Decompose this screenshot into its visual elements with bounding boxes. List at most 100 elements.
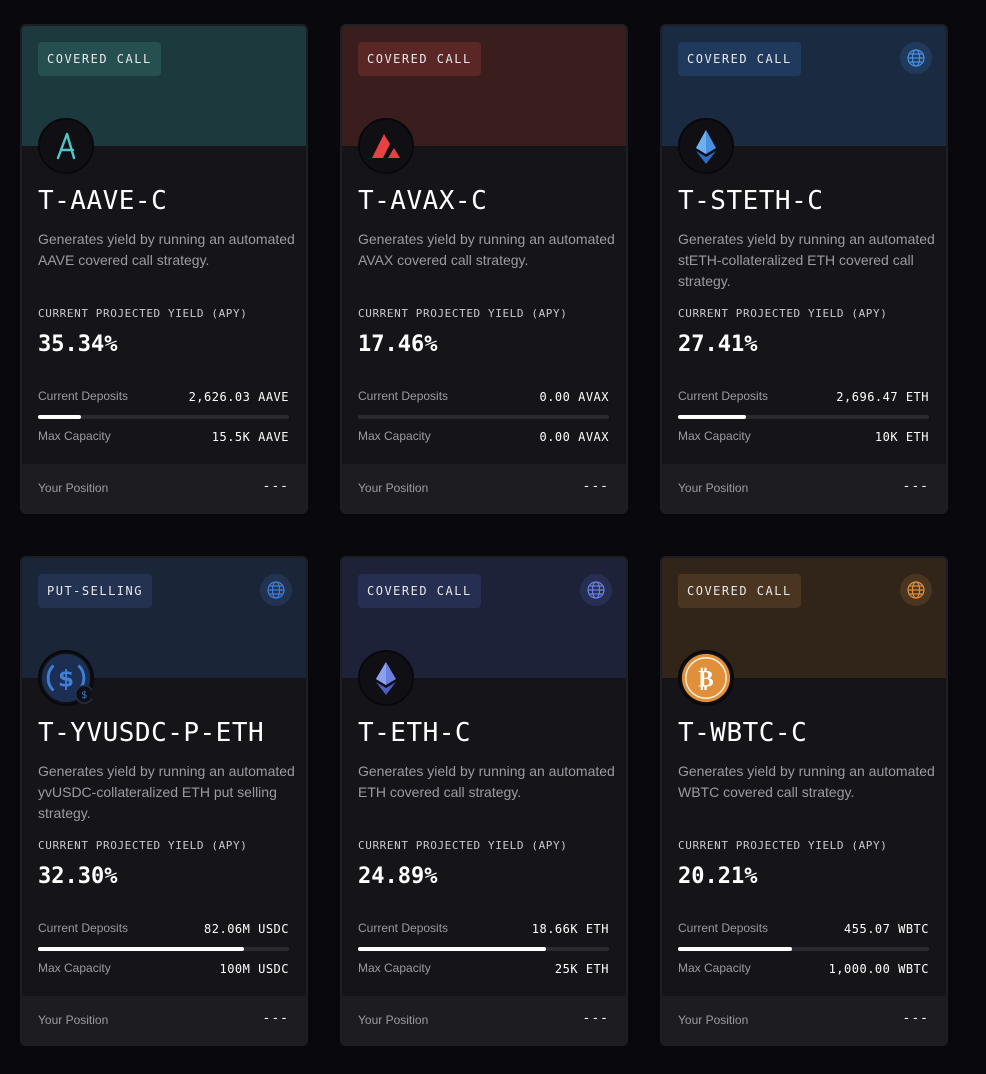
position-footer: Your Position --- xyxy=(662,996,946,1044)
vault-card-t-aave-c[interactable]: COVERED CALL T-AAVE-C Generates yield by… xyxy=(20,24,308,514)
globe-icon[interactable] xyxy=(900,574,932,606)
capacity-value: 0.00 AVAX xyxy=(539,430,609,444)
deposit-progress-fill xyxy=(358,947,547,951)
vault-title: T-AAVE-C xyxy=(38,186,168,216)
vault-card-t-yvusdc-p-eth[interactable]: PUT-SELLING $ $ T-YVUSDC-P-ETH Generates … xyxy=(20,556,308,1046)
deposits-label: Current Deposits xyxy=(678,389,769,403)
capacity-value: 25K ETH xyxy=(554,962,609,976)
deposit-progress-bar xyxy=(678,947,929,951)
strategy-tag: COVERED CALL xyxy=(678,42,801,76)
yield-label: CURRENT PROJECTED YIELD (APY) xyxy=(678,307,888,320)
position-label: Your Position xyxy=(358,481,429,495)
aave-logo-icon xyxy=(38,118,94,174)
strategy-tag: COVERED CALL xyxy=(38,42,161,76)
vault-title: T-WBTC-C xyxy=(678,718,808,748)
capacity-value: 1,000.00 WBTC xyxy=(828,962,929,976)
vault-title: T-STETH-C xyxy=(678,186,824,216)
deposits-value: 18.66K ETH xyxy=(531,922,609,936)
vault-title: T-AVAX-C xyxy=(358,186,488,216)
svg-text:₿: ₿ xyxy=(698,667,713,693)
usdc-logo-icon: $ $ xyxy=(38,650,94,706)
deposits-value: 2,696.47 ETH xyxy=(836,390,929,404)
yield-label: CURRENT PROJECTED YIELD (APY) xyxy=(38,839,248,852)
position-value: --- xyxy=(582,479,609,494)
position-footer: Your Position --- xyxy=(662,464,946,512)
deposit-progress-bar xyxy=(38,947,289,951)
capacity-label: Max Capacity xyxy=(358,429,431,443)
position-value: --- xyxy=(902,479,929,494)
deposits-value: 2,626.03 AAVE xyxy=(188,390,289,404)
deposits-label: Current Deposits xyxy=(358,921,449,935)
strategy-tag: COVERED CALL xyxy=(358,574,481,608)
strategy-tag: PUT-SELLING xyxy=(38,574,152,608)
vault-description: Generates yield by running an automated … xyxy=(678,763,935,800)
deposit-progress-fill xyxy=(678,415,746,419)
capacity-label: Max Capacity xyxy=(38,429,111,443)
vault-card-t-steth-c[interactable]: COVERED CALL T-STETH-C Generates yield b… xyxy=(660,24,948,514)
vault-description: Generates yield by running an automated … xyxy=(38,231,295,268)
vault-description: Generates yield by running an automated … xyxy=(38,763,295,821)
deposits-value: 82.06M USDC xyxy=(204,922,289,936)
deposits-label: Current Deposits xyxy=(38,921,129,935)
deposit-progress-bar xyxy=(358,415,609,419)
globe-icon[interactable] xyxy=(580,574,612,606)
deposit-progress-bar xyxy=(358,947,609,951)
deposits-label: Current Deposits xyxy=(358,389,449,403)
yield-value: 17.46% xyxy=(358,332,438,357)
position-value: --- xyxy=(262,1011,289,1026)
position-label: Your Position xyxy=(38,481,109,495)
steth-logo-icon xyxy=(678,118,734,174)
position-footer: Your Position --- xyxy=(22,464,306,512)
eth-logo-icon xyxy=(358,650,414,706)
capacity-label: Max Capacity xyxy=(358,961,431,975)
yield-label: CURRENT PROJECTED YIELD (APY) xyxy=(358,307,568,320)
yield-value: 24.89% xyxy=(358,864,438,889)
position-label: Your Position xyxy=(38,1013,109,1027)
position-value: --- xyxy=(902,1011,929,1026)
vault-description: Generates yield by running an automated … xyxy=(358,231,615,268)
vault-title: T-YVUSDC-P-ETH xyxy=(38,718,265,748)
deposit-progress-bar xyxy=(678,415,929,419)
btc-logo-icon: ₿ xyxy=(678,650,734,706)
svg-text:$: $ xyxy=(58,667,74,693)
capacity-label: Max Capacity xyxy=(678,429,751,443)
vault-title: T-ETH-C xyxy=(358,718,472,748)
strategy-tag: COVERED CALL xyxy=(358,42,481,76)
capacity-value: 100M USDC xyxy=(219,962,289,976)
vault-description: Generates yield by running an automated … xyxy=(358,763,615,800)
vault-card-t-eth-c[interactable]: COVERED CALL T-ETH-C Generates yield by … xyxy=(340,556,628,1046)
yield-value: 35.34% xyxy=(38,332,118,357)
position-label: Your Position xyxy=(678,1013,749,1027)
position-value: --- xyxy=(582,1011,609,1026)
capacity-value: 10K ETH xyxy=(874,430,929,444)
position-footer: Your Position --- xyxy=(342,464,626,512)
position-footer: Your Position --- xyxy=(342,996,626,1044)
vault-description: Generates yield by running an automated … xyxy=(678,231,935,289)
deposit-progress-fill xyxy=(678,947,793,951)
deposits-label: Current Deposits xyxy=(678,921,769,935)
position-footer: Your Position --- xyxy=(22,996,306,1044)
yield-label: CURRENT PROJECTED YIELD (APY) xyxy=(678,839,888,852)
strategy-tag: COVERED CALL xyxy=(678,574,801,608)
yield-value: 27.41% xyxy=(678,332,758,357)
svg-text:$: $ xyxy=(81,690,87,701)
globe-icon[interactable] xyxy=(900,42,932,74)
deposit-progress-fill xyxy=(38,947,244,951)
yield-label: CURRENT PROJECTED YIELD (APY) xyxy=(38,307,248,320)
position-value: --- xyxy=(262,479,289,494)
deposits-value: 0.00 AVAX xyxy=(539,390,609,404)
avax-logo-icon xyxy=(358,118,414,174)
yield-value: 20.21% xyxy=(678,864,758,889)
vault-card-t-avax-c[interactable]: COVERED CALL T-AVAX-C Generates yield by… xyxy=(340,24,628,514)
globe-icon[interactable] xyxy=(260,574,292,606)
deposits-label: Current Deposits xyxy=(38,389,129,403)
capacity-value: 15.5K AAVE xyxy=(211,430,289,444)
capacity-label: Max Capacity xyxy=(38,961,111,975)
deposit-progress-fill xyxy=(38,415,81,419)
position-label: Your Position xyxy=(358,1013,429,1027)
vault-card-t-wbtc-c[interactable]: COVERED CALL ₿ T-WBTC-C Generates yield … xyxy=(660,556,948,1046)
deposit-progress-bar xyxy=(38,415,289,419)
capacity-label: Max Capacity xyxy=(678,961,751,975)
yield-label: CURRENT PROJECTED YIELD (APY) xyxy=(358,839,568,852)
position-label: Your Position xyxy=(678,481,749,495)
